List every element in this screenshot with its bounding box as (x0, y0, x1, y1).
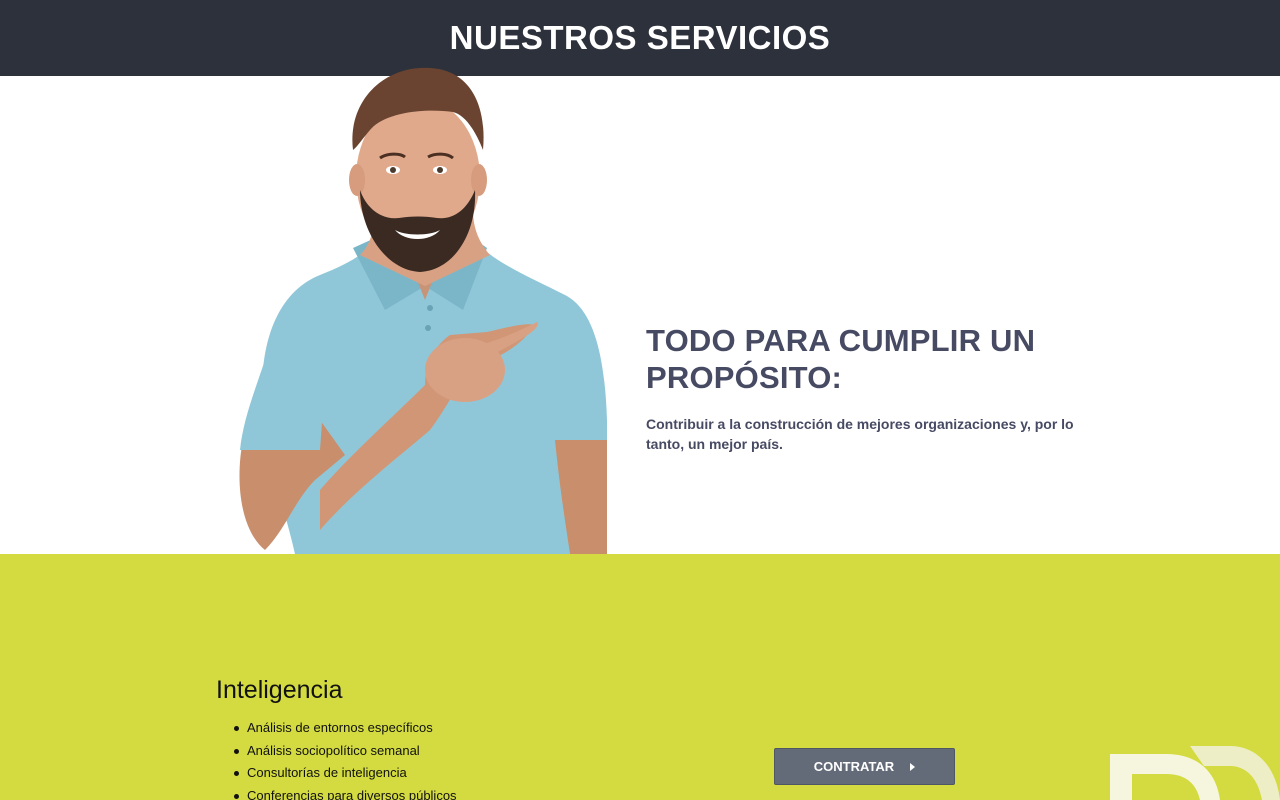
hero-title-line2: PROPÓSITO: (646, 360, 843, 395)
hero-section: TODO PARA CUMPLIR UN PROPÓSITO: Contribu… (0, 76, 1280, 554)
hero-person-image (239, 67, 607, 554)
brand-logo-mark (1110, 746, 1280, 800)
list-item: Consultorías de inteligencia (234, 762, 457, 785)
contract-button-label: CONTRATAR (813, 759, 895, 774)
page-title: NUESTROS SERVICIOS (449, 19, 831, 56)
list-item: Análisis sociopolítico semanal (234, 740, 457, 763)
services-heading: Inteligencia (216, 676, 343, 704)
page-header: NUESTROS SERVICIOS (0, 0, 1280, 76)
hero-text: TODO PARA CUMPLIR UN PROPÓSITO: Contribu… (646, 322, 1086, 454)
contract-button[interactable]: CONTRATAR (774, 748, 955, 785)
hero-subtitle: Contribuir a la construcción de mejores … (646, 414, 1086, 454)
hero-title-line1: TODO PARA CUMPLIR UN (646, 323, 1036, 358)
services-section: Inteligencia Análisis de entornos especí… (0, 554, 1280, 800)
hero-subtitle-line2: tanto, un mejor país. (646, 436, 783, 452)
list-item: Análisis de entornos específicos (234, 717, 457, 740)
services-list: Análisis de entornos específicos Análisi… (234, 717, 457, 800)
hero-title: TODO PARA CUMPLIR UN PROPÓSITO: (646, 322, 1086, 396)
list-item: Conferencias para diversos públicos (234, 785, 457, 800)
hero-subtitle-line1: Contribuir a la construcción de mejores … (646, 416, 1074, 432)
caret-right-icon (910, 763, 916, 771)
